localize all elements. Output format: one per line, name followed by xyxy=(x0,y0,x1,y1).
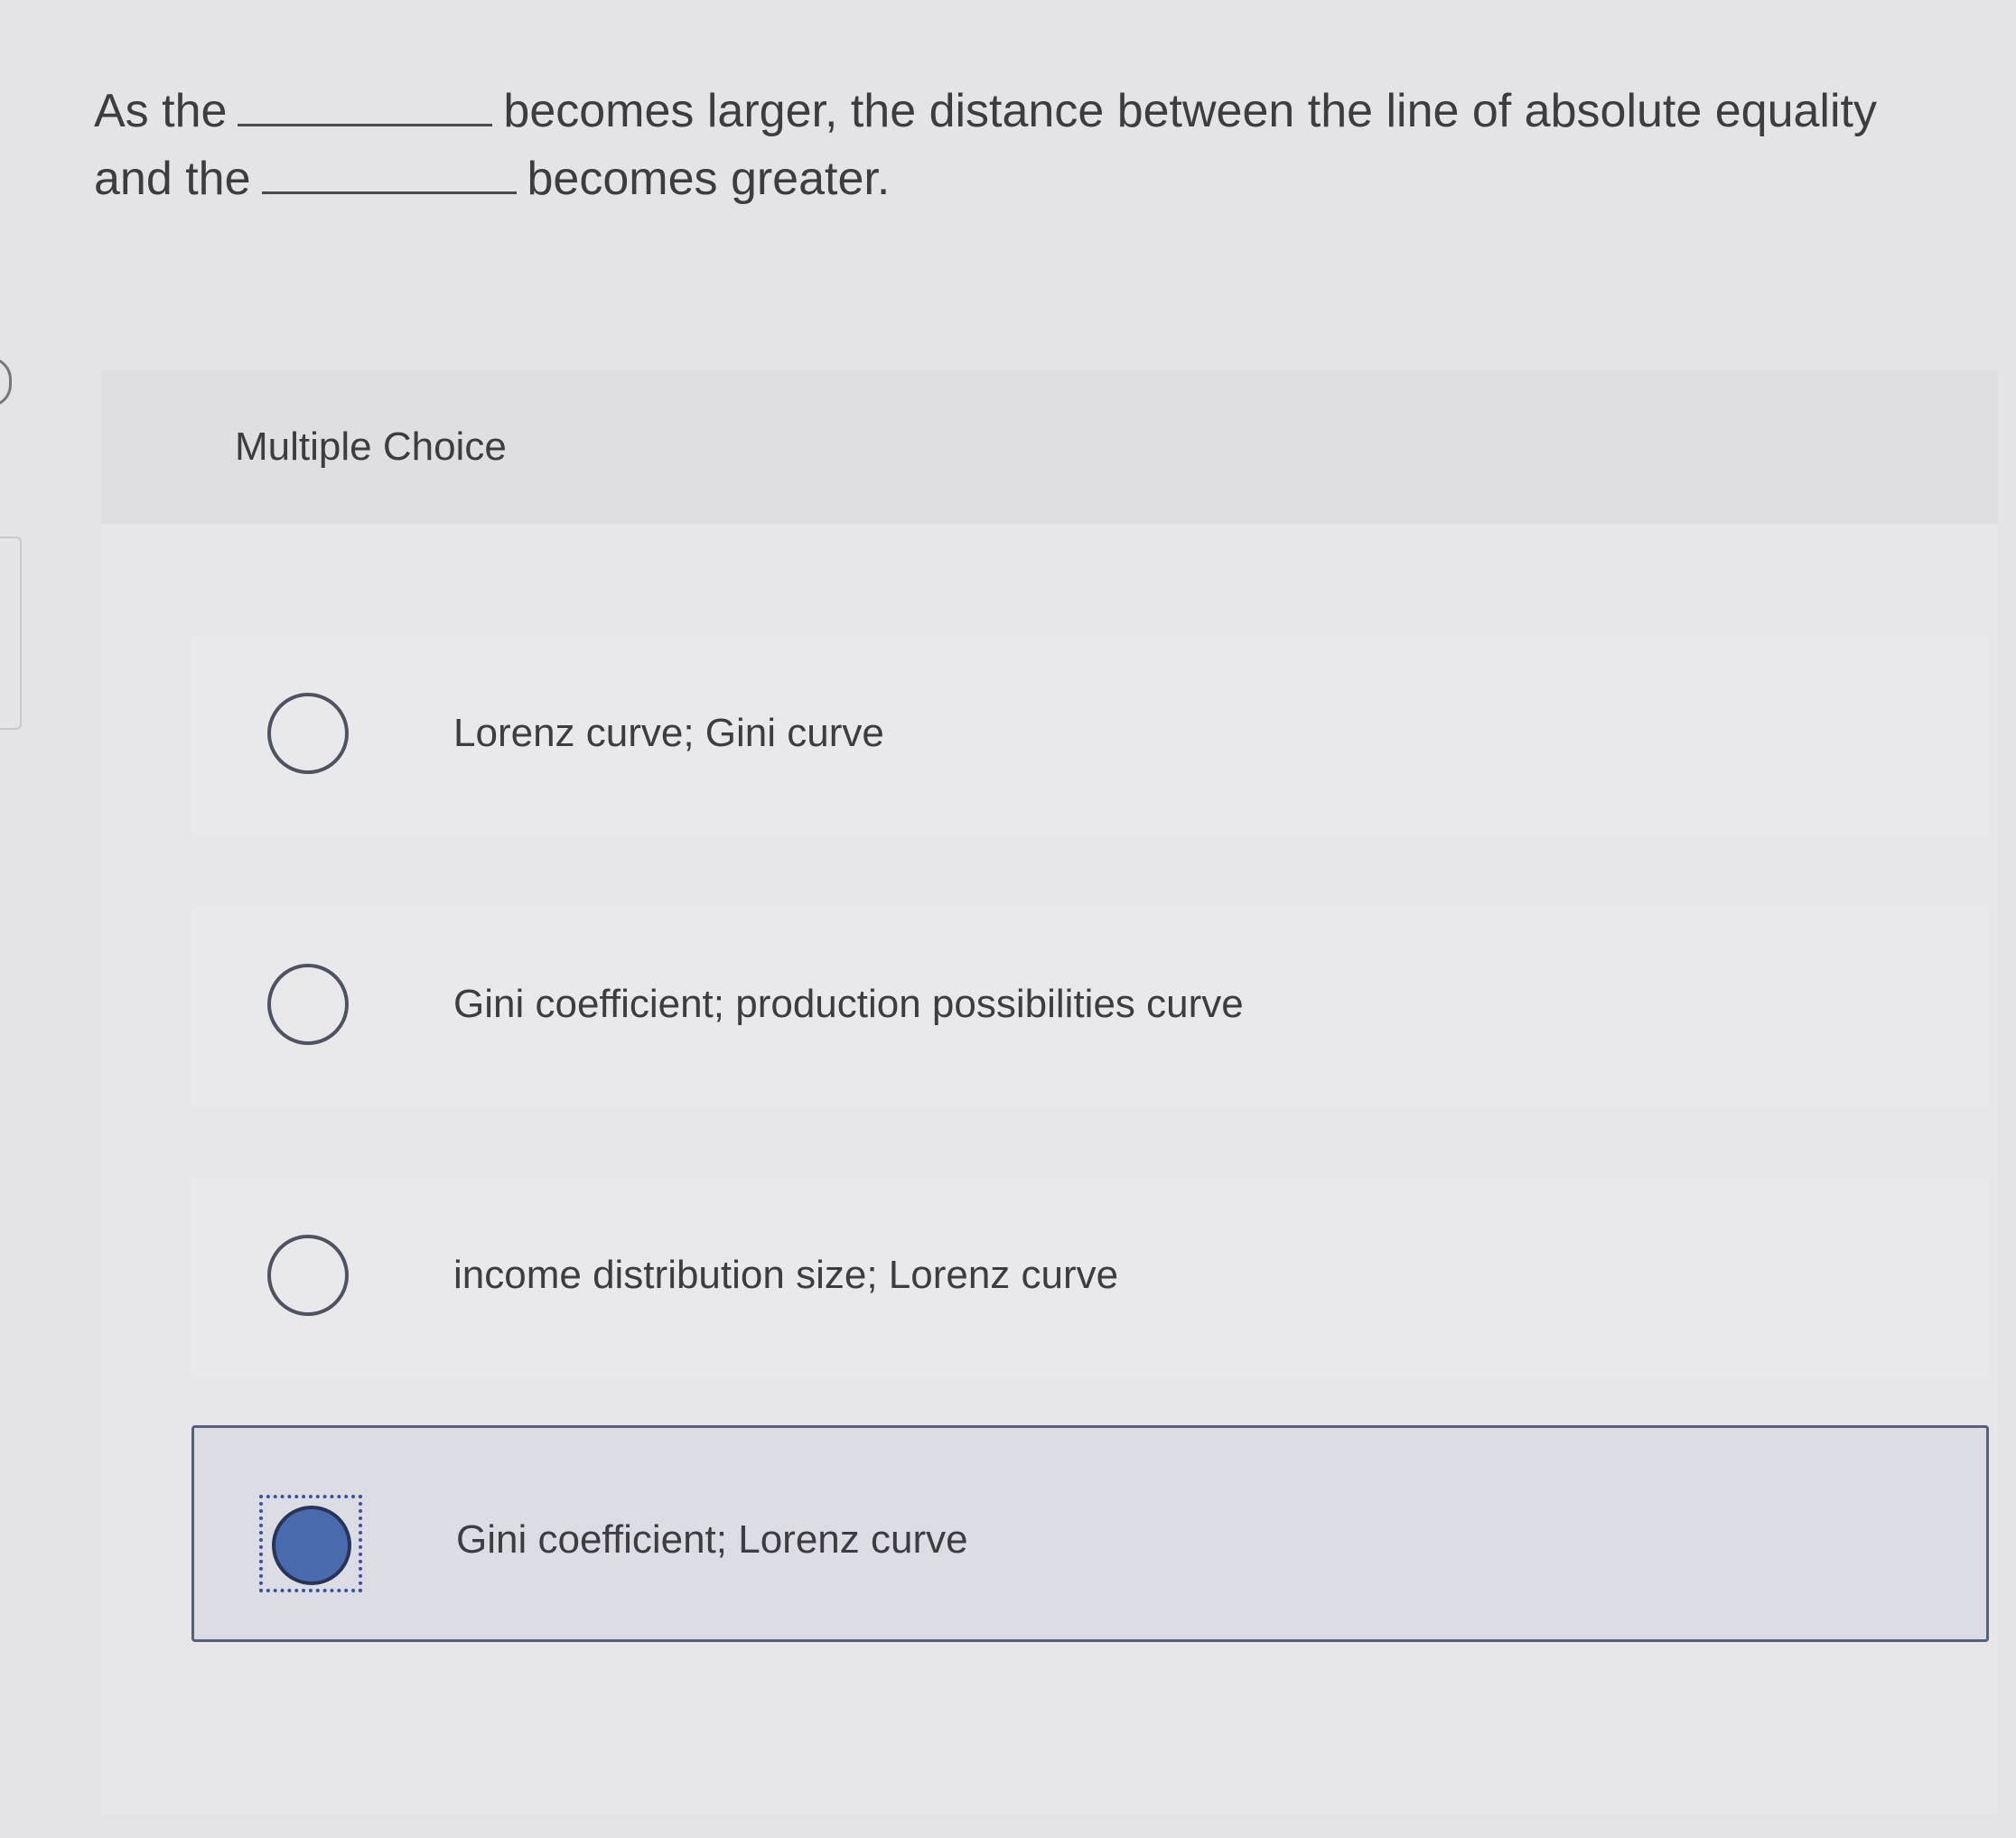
radio-focus-ring[interactable] xyxy=(259,1495,362,1592)
question-text: As the becomes larger, the distance betwe… xyxy=(94,78,1955,213)
choice-option-2[interactable]: Gini coefficient; production possibiliti… xyxy=(191,907,1989,1107)
radio-button[interactable] xyxy=(267,964,349,1045)
multiple-choice-title: Multiple Choice xyxy=(235,425,507,469)
multiple-choice-panel: Multiple Choice Lorenz curve; Gini curve… xyxy=(101,370,1998,1815)
multiple-choice-header: Multiple Choice xyxy=(101,370,1998,524)
edge-bracket xyxy=(0,357,12,407)
question-part-4: becomes greater. xyxy=(527,153,891,205)
question-part-1: As the xyxy=(94,85,228,137)
edge-panel xyxy=(0,536,22,730)
question-part-3: and the xyxy=(94,153,251,205)
radio-button[interactable] xyxy=(267,693,349,774)
choice-option-1[interactable]: Lorenz curve; Gini curve xyxy=(191,636,1989,836)
choice-label: income distribution size; Lorenz curve xyxy=(453,1253,1119,1297)
answer-blank-2 xyxy=(261,148,517,194)
choice-option-4-selected[interactable]: Gini coefficient; Lorenz curve xyxy=(191,1425,1989,1642)
question-part-2: becomes larger, the distance between the… xyxy=(503,85,1877,137)
choice-label: Gini coefficient; Lorenz curve xyxy=(456,1517,968,1562)
choice-label: Lorenz curve; Gini curve xyxy=(453,711,884,755)
radio-button[interactable] xyxy=(267,1235,349,1316)
choice-option-3[interactable]: income distribution size; Lorenz curve xyxy=(191,1178,1989,1378)
answer-blank-1 xyxy=(238,80,493,126)
radio-selected-icon xyxy=(272,1506,351,1585)
choice-label: Gini coefficient; production possibiliti… xyxy=(453,982,1244,1026)
